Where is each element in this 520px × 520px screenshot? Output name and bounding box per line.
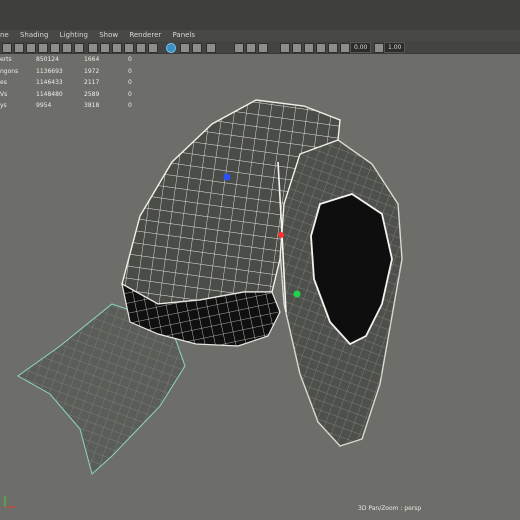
motion-blur-icon[interactable] [292,43,302,53]
window-title-bar [0,0,520,30]
gamma-icon[interactable] [374,43,384,53]
image-plane-icon[interactable] [38,43,48,53]
poly-count-hud: erts 850124 1664 0 ngons 1136693 1972 0 … [0,54,140,112]
manipulator-red-dot[interactable] [278,232,284,238]
exposure-icon[interactable] [340,43,350,53]
isolate-select-icon[interactable] [328,43,338,53]
field-chart-icon[interactable] [100,43,110,53]
menu-shading[interactable]: Shading [20,30,48,41]
camera-name-label: 3D Pan/Zoom : persp [358,505,422,512]
smooth-shade-icon[interactable] [148,43,158,53]
resolution-gate-icon[interactable] [74,43,84,53]
bookmark-icon[interactable] [26,43,36,53]
select-camera-icon[interactable] [2,43,12,53]
manipulator-green-dot[interactable] [293,290,301,298]
grid-toggle-icon[interactable] [50,43,60,53]
exposure-field[interactable]: 0.00 [350,42,372,53]
ambient-occlusion-icon[interactable] [280,43,290,53]
menu-renderer[interactable]: Renderer [129,30,161,41]
panel-toolbar: 0.00 1.00 [0,41,520,54]
view-axis-gizmo [4,496,16,508]
menu-panels[interactable]: Panels [173,30,196,41]
maya-window: ne Shading Lighting Show Renderer Panels [0,0,520,520]
hud-row: Vs 1148480 2589 0 [0,90,132,98]
camera-attributes-icon[interactable] [14,43,24,53]
antialias-icon[interactable] [304,43,314,53]
manipulator-blue-dot[interactable] [223,173,231,181]
film-gate-icon[interactable] [62,43,72,53]
backface-icon[interactable] [258,43,268,53]
menu-lighting[interactable]: Lighting [60,30,88,41]
menu-show[interactable]: Show [99,30,118,41]
shadows-icon[interactable] [206,43,216,53]
xray-icon[interactable] [234,43,244,53]
hood-mesh-model[interactable] [0,54,520,520]
gamma-field[interactable]: 1.00 [384,42,406,53]
safe-action-icon[interactable] [112,43,122,53]
depth-of-field-icon[interactable] [316,43,326,53]
textured-icon[interactable] [180,43,190,53]
hud-row: ys 9954 3818 0 [0,102,132,109]
hud-row: es 1146433 2117 0 [0,79,132,86]
safe-title-icon[interactable] [124,43,134,53]
menu-view[interactable]: ne [0,30,9,41]
hud-row: ngons 1136693 1972 0 [0,67,132,75]
lights-icon[interactable] [192,43,202,53]
wireframe-on-shaded-icon[interactable] [166,43,176,53]
gate-mask-icon[interactable] [88,43,98,53]
wireframe-icon[interactable] [136,43,146,53]
hud-row: erts 850124 1664 0 [0,56,132,63]
panel-menu-bar: ne Shading Lighting Show Renderer Panels [0,30,520,41]
xray-joints-icon[interactable] [246,43,256,53]
